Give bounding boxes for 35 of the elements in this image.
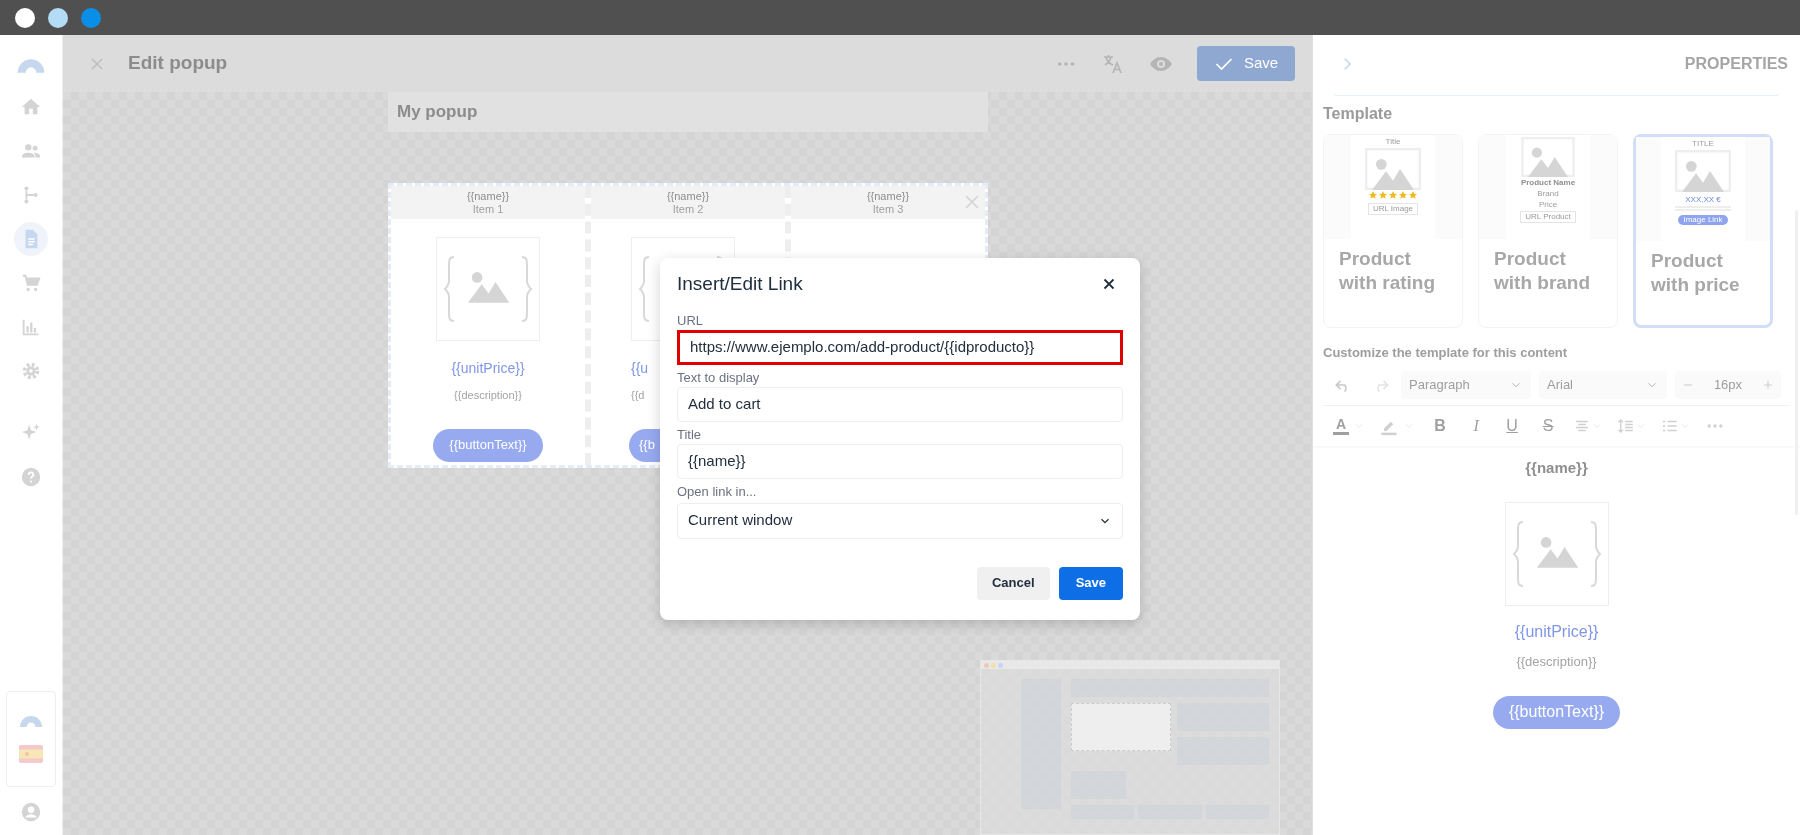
section-heading: Customize the template for this content [1323,344,1569,362]
item-label: Item 3 [872,202,904,216]
description-placeholder: {{d [631,388,645,403]
price-placeholder: {{unitPrice}} [1514,622,1599,642]
thumbnail-title: TITLE [1692,139,1714,149]
template-name: Product with rating [1338,247,1437,295]
price-placeholder: {{unitPrice}} [451,359,525,378]
thumbnail-price: XXX,XX € [1685,195,1721,205]
thumbnail-title: Title [1385,137,1401,147]
item-label: Item 1 [472,202,504,216]
description-placeholder: {{description}} [1516,653,1597,671]
price-placeholder: {{u [631,359,649,378]
field-label: Text to display [677,369,761,386]
item-name-placeholder: {{name}} [866,189,910,203]
thumbnail-text: Brand [1537,189,1559,199]
font-size-value: 16px [1713,375,1743,394]
page-title: Edit popup [128,51,228,76]
popup-title: My popup [388,92,988,132]
panel-title: PROPERTIES [1684,53,1788,74]
template-name: Product with brand [1493,247,1592,295]
item-name-placeholder: {{name}} [666,189,710,203]
description-placeholder: {{description}} [454,388,522,403]
field-label: Open link in... [677,483,758,500]
section-heading: Template [1323,104,1394,124]
thumbnail-text: Price [1538,200,1558,210]
item-name-placeholder: {{name}} [466,189,510,203]
item-label: Item 2 [672,202,704,216]
thumbnail-button: URL Image [1367,203,1419,215]
template-name: Product with price [1650,249,1741,297]
dialog-title: Insert/Edit Link [677,272,803,296]
name-placeholder: {{name}} [1525,457,1588,478]
thumbnail-button: URL Product [1520,211,1576,223]
thumbnail-button: Image Link [1678,215,1728,225]
thumbnail-title: Product Name [1520,178,1576,188]
field-label: URL [677,312,704,329]
